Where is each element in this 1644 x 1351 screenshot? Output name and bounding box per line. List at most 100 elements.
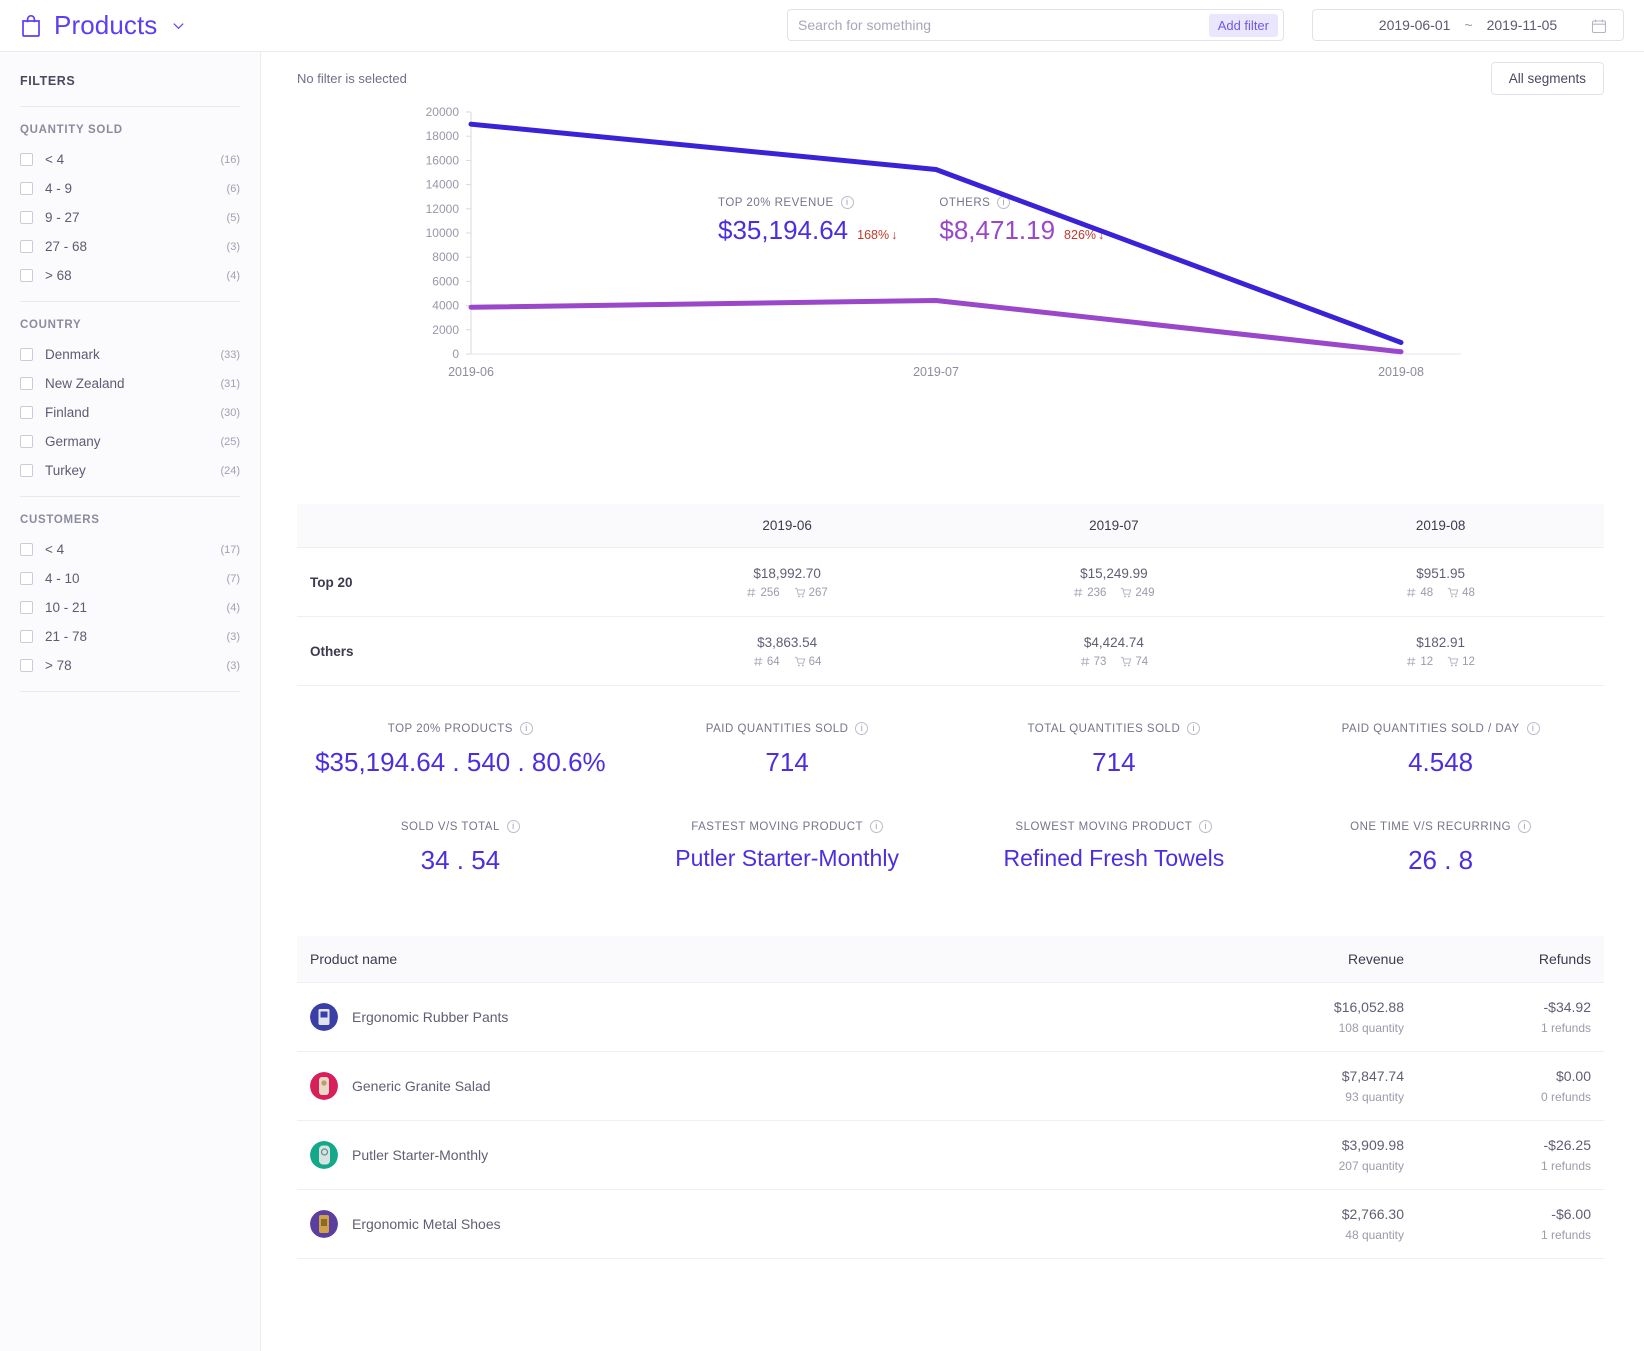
product-refund: -$26.25 (1543, 1137, 1591, 1153)
filter-option[interactable]: Denmark (33) (20, 340, 240, 369)
checkbox[interactable] (20, 601, 33, 614)
checkbox[interactable] (20, 406, 33, 419)
checkbox[interactable] (20, 630, 33, 643)
search-input[interactable] (788, 10, 1209, 40)
checkbox[interactable] (20, 435, 33, 448)
filter-option[interactable]: 4 - 10 (7) (20, 564, 240, 593)
metric-label: ONE TIME V/S RECURRING (1350, 820, 1512, 833)
filter-option[interactable]: > 78 (3) (20, 651, 240, 680)
checkbox[interactable] (20, 240, 33, 253)
cart-count: 12 (1447, 656, 1475, 668)
filter-option[interactable]: Turkey (24) (20, 456, 240, 485)
table-row[interactable]: Ergonomic Metal Shoes $2,766.30 48 quant… (297, 1190, 1604, 1259)
hash-count: 12 (1406, 656, 1433, 668)
product-refund-count: 1 refunds (1540, 1021, 1591, 1035)
column-header-revenue[interactable]: Revenue (1194, 951, 1404, 967)
product-table-header: Product name Revenue Refunds (297, 936, 1604, 983)
filter-option[interactable]: 21 - 78 (3) (20, 622, 240, 651)
info-icon[interactable]: i (506, 820, 520, 833)
checkbox[interactable] (20, 211, 33, 224)
checkbox[interactable] (20, 269, 33, 282)
filter-group-quantity-sold: QUANTITY SOLD < 4 (16) 4 - 9 (6) 9 - 27 … (20, 107, 240, 301)
filter-label: 4 - 9 (45, 181, 73, 196)
info-icon[interactable]: i (1199, 820, 1213, 833)
info-icon[interactable]: i (1526, 722, 1540, 735)
filter-group-title: COUNTRY (20, 319, 82, 331)
checkbox[interactable] (20, 572, 33, 585)
chevron-down-icon[interactable] (171, 18, 186, 33)
period-summary-table: 2019-06 2019-07 2019-08 Top 20 $18,992.7… (297, 504, 1604, 686)
checkbox[interactable] (20, 377, 33, 390)
filter-option[interactable]: 10 - 21 (4) (20, 593, 240, 622)
info-icon[interactable]: i (519, 722, 533, 735)
product-avatar (310, 1141, 338, 1169)
date-range-picker[interactable]: 2019-06-01 ~ 2019-11-05 (1312, 9, 1624, 41)
main-content: No filter is selected All segments TOP 2… (261, 52, 1644, 1351)
filter-option[interactable]: New Zealand (31) (20, 369, 240, 398)
metrics-row-1: TOP 20% PRODUCTS i $35,194.64 . 540 . 80.… (297, 722, 1604, 778)
filter-option[interactable]: Germany (25) (20, 427, 240, 456)
filter-count: (4) (226, 269, 240, 282)
info-icon[interactable]: i (1187, 722, 1201, 735)
checkbox[interactable] (20, 659, 33, 672)
hash-value: 73 (1093, 655, 1107, 668)
filter-label: > 68 (45, 268, 72, 283)
cell-amount: $4,424.74 (1083, 634, 1144, 650)
table-row: Others $3,863.54 64 64 $4,424.74 73 74 $… (297, 617, 1604, 686)
filter-count: (31) (220, 377, 240, 390)
metric-label: SLOWEST MOVING PRODUCT (1015, 820, 1193, 833)
checkbox[interactable] (20, 348, 33, 361)
add-filter-button[interactable]: Add filter (1208, 13, 1278, 37)
table-row[interactable]: Putler Starter-Monthly $3,909.98 207 qua… (297, 1121, 1604, 1190)
svg-text:20000: 20000 (426, 105, 460, 119)
checkbox[interactable] (20, 464, 33, 477)
top-bar: Products Add filter 2019-06-01 ~ 2019-11… (0, 0, 1644, 52)
product-name: Putler Starter-Monthly (352, 1147, 489, 1163)
filter-option[interactable]: 27 - 68 (3) (20, 232, 240, 261)
filter-option[interactable]: < 4 (16) (20, 145, 240, 174)
checkbox[interactable] (20, 182, 33, 195)
checkbox[interactable] (20, 153, 33, 166)
metric-label: SOLD V/S TOTAL (400, 820, 500, 833)
row-label: Others (310, 643, 354, 659)
table-row[interactable]: Generic Granite Salad $7,847.74 93 quant… (297, 1052, 1604, 1121)
metric-value: 4.548 (1408, 747, 1474, 777)
search-bar[interactable]: Add filter (787, 9, 1284, 41)
filter-option[interactable]: 4 - 9 (6) (20, 174, 240, 203)
metric-value: 26 . 8 (1408, 845, 1474, 875)
info-icon[interactable]: i (1518, 820, 1532, 833)
filter-count: (5) (226, 211, 240, 224)
filter-option[interactable]: Finland (30) (20, 398, 240, 427)
metric-label: TOP 20% PRODUCTS (387, 722, 513, 735)
filter-count: (7) (226, 572, 240, 585)
table-header-row: 2019-06 2019-07 2019-08 (297, 504, 1604, 548)
column-header-product-name[interactable]: Product name (297, 951, 1194, 967)
column-header-period: 2019-07 (1089, 518, 1139, 533)
svg-text:2019-06: 2019-06 (448, 365, 494, 379)
checkbox[interactable] (20, 543, 33, 556)
product-refund-count: 1 refunds (1540, 1159, 1591, 1173)
info-icon[interactable]: i (855, 722, 869, 735)
brand-products-menu[interactable]: Products (0, 10, 274, 41)
info-icon[interactable]: i (870, 820, 884, 833)
all-segments-button[interactable]: All segments (1490, 61, 1604, 95)
svg-text:2019-08: 2019-08 (1378, 365, 1424, 379)
main-header: No filter is selected All segments (261, 52, 1644, 104)
filter-label: 10 - 21 (45, 600, 88, 615)
metric-value: Refined Fresh Towels (1003, 845, 1225, 871)
filter-option[interactable]: < 4 (17) (20, 535, 240, 564)
column-header-period: 2019-08 (1415, 518, 1466, 533)
hash-value: 48 (1420, 586, 1434, 599)
filter-group-customers: CUSTOMERS < 4 (17) 4 - 10 (7) 10 - 21 (4… (20, 497, 240, 691)
svg-text:12000: 12000 (426, 202, 460, 216)
filter-count: (17) (220, 543, 240, 556)
column-header-refunds[interactable]: Refunds (1404, 951, 1604, 967)
cart-count: 249 (1120, 587, 1155, 599)
filter-label: 4 - 10 (45, 571, 80, 586)
metric-label: PAID QUANTITIES SOLD (705, 722, 849, 735)
table-row[interactable]: Ergonomic Rubber Pants $16,052.88 108 qu… (297, 983, 1604, 1052)
product-quantity: 108 quantity (1338, 1021, 1404, 1035)
metric-label: FASTEST MOVING PRODUCT (691, 820, 864, 833)
filter-option[interactable]: > 68 (4) (20, 261, 240, 290)
filter-option[interactable]: 9 - 27 (5) (20, 203, 240, 232)
